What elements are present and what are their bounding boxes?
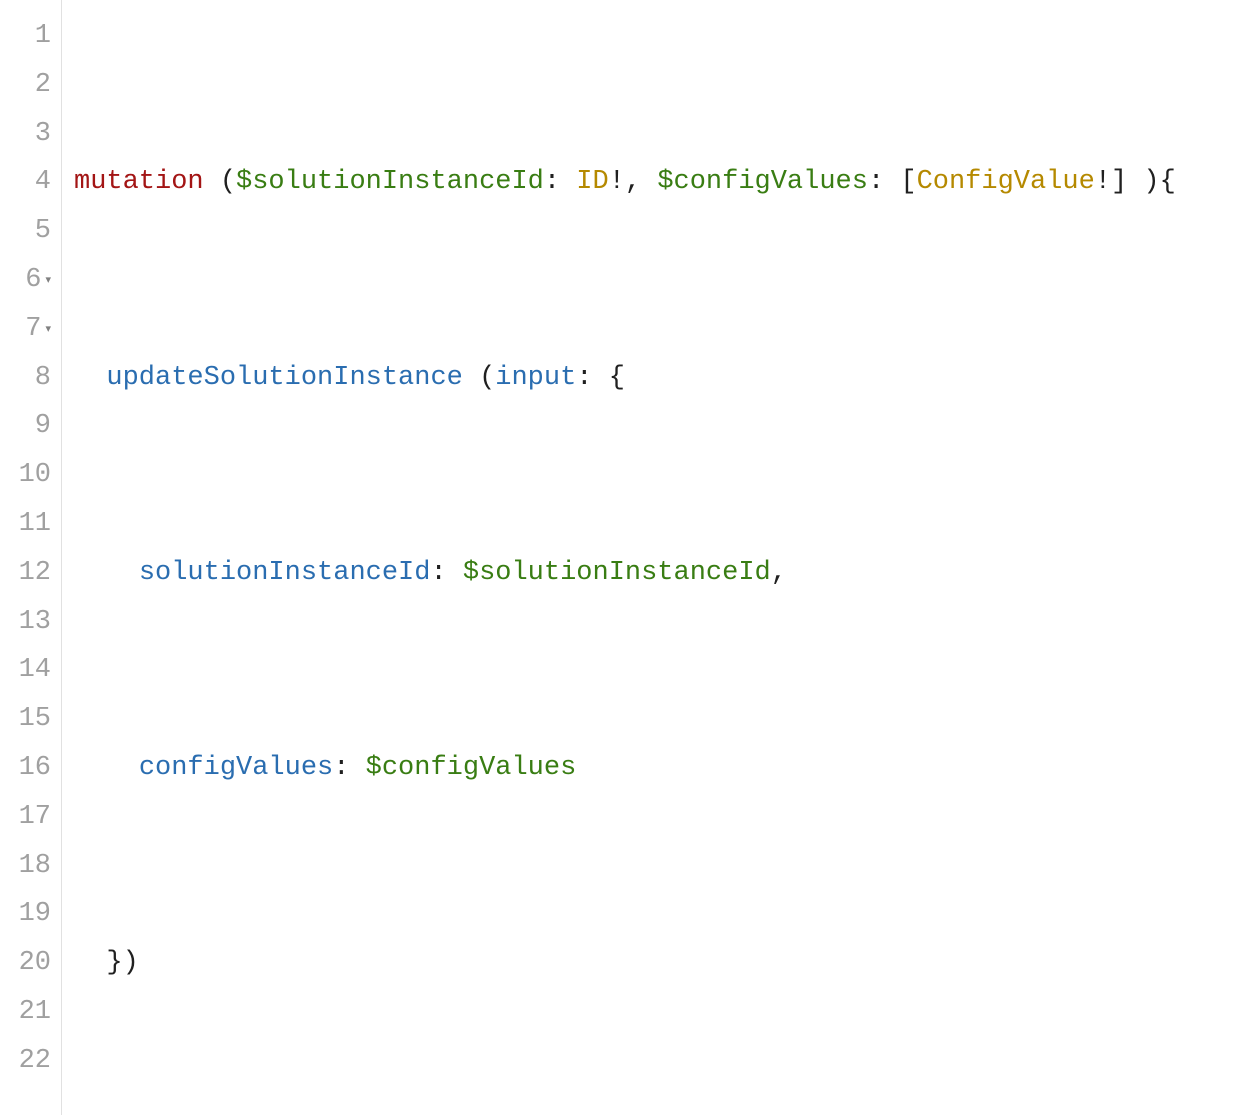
fold-toggle-icon[interactable]: ▾ xyxy=(45,257,51,306)
punctuation-token: { xyxy=(1160,167,1176,197)
variable-token: $configValues xyxy=(366,753,577,783)
type-token: ConfigValue xyxy=(917,167,1095,197)
punctuation-token: , xyxy=(625,167,641,197)
line-number-gutter: 1 2 3 4 5 6▾ 7▾ 8 9 10 11 12 13 14 15 16… xyxy=(0,0,62,1115)
line-number: 16 xyxy=(0,744,55,793)
line-number: 22 xyxy=(0,1037,55,1086)
type-token: ID xyxy=(576,167,608,197)
argument-token: input xyxy=(495,363,576,393)
variable-token: $configValues xyxy=(657,167,868,197)
code-area[interactable]: mutation ($solutionInstanceId: ID!, $con… xyxy=(62,0,1176,1115)
punctuation-token: , xyxy=(771,558,787,588)
punctuation-token: } xyxy=(106,948,122,978)
code-editor[interactable]: 1 2 3 4 5 6▾ 7▾ 8 9 10 11 12 13 14 15 16… xyxy=(0,0,1242,1115)
field-token: configValues xyxy=(139,753,333,783)
line-number: 21 xyxy=(0,988,55,1037)
code-line[interactable]: updateSolutionInstance (input: { xyxy=(74,354,1176,403)
line-number: 9 xyxy=(0,402,55,451)
code-line[interactable]: solutionInstanceId: $solutionInstanceId, xyxy=(74,549,1176,598)
line-number: 15 xyxy=(0,695,55,744)
line-number: 14 xyxy=(0,646,55,695)
line-number[interactable]: 6▾ xyxy=(0,256,55,305)
line-number: 12 xyxy=(0,549,55,598)
punctuation-token: : xyxy=(576,363,592,393)
line-number: 20 xyxy=(0,939,55,988)
fold-toggle-icon[interactable]: ▾ xyxy=(45,306,51,355)
line-number: 11 xyxy=(0,500,55,549)
line-number: 8 xyxy=(0,354,55,403)
punctuation-token: : xyxy=(868,167,884,197)
punctuation-token: { xyxy=(609,363,625,393)
keyword-token: mutation xyxy=(74,167,204,197)
line-number: 19 xyxy=(0,890,55,939)
line-number: 3 xyxy=(0,110,55,159)
punctuation-token: [ xyxy=(900,167,916,197)
line-number: 4 xyxy=(0,158,55,207)
field-token: solutionInstanceId xyxy=(139,558,431,588)
punctuation-token: ) xyxy=(123,948,139,978)
punctuation-token: : xyxy=(430,558,446,588)
line-number: 13 xyxy=(0,598,55,647)
line-number: 17 xyxy=(0,793,55,842)
punctuation-token: ) xyxy=(1143,167,1159,197)
punctuation-token: ( xyxy=(220,167,236,197)
line-number[interactable]: 7▾ xyxy=(0,305,55,354)
line-number: 1 xyxy=(0,12,55,61)
line-number: 5 xyxy=(0,207,55,256)
variable-token: $solutionInstanceId xyxy=(236,167,544,197)
punctuation-token: ! xyxy=(1095,167,1111,197)
field-token: updateSolutionInstance xyxy=(106,363,462,393)
variable-token: $solutionInstanceId xyxy=(463,558,771,588)
line-number: 2 xyxy=(0,61,55,110)
punctuation-token: : xyxy=(544,167,560,197)
line-number: 18 xyxy=(0,842,55,891)
punctuation-token: ( xyxy=(479,363,495,393)
line-number: 10 xyxy=(0,451,55,500)
code-line[interactable]: configValues: $configValues xyxy=(74,744,1176,793)
code-line[interactable]: }) xyxy=(74,939,1176,988)
punctuation-token: : xyxy=(333,753,349,783)
punctuation-token: ] xyxy=(1111,167,1127,197)
punctuation-token: ! xyxy=(609,167,625,197)
code-line[interactable]: mutation ($solutionInstanceId: ID!, $con… xyxy=(74,158,1176,207)
